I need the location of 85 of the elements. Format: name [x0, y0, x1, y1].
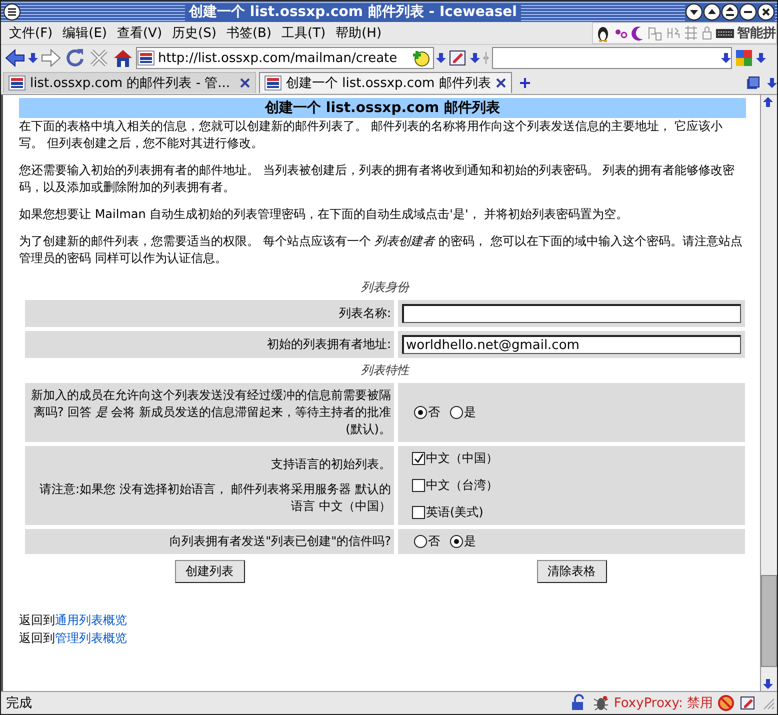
- back-icon[interactable]: [4, 47, 26, 69]
- home-icon[interactable]: [112, 47, 134, 69]
- resize-grip-icon[interactable]: [761, 696, 775, 710]
- scroll-thumb[interactable]: [761, 575, 777, 667]
- field-label: 初始的列表拥有者地址:: [266, 336, 391, 353]
- radio-button[interactable]: [414, 535, 427, 548]
- dropdown-arrow-icon[interactable]: [436, 52, 446, 64]
- edit-page-icon[interactable]: [739, 694, 757, 712]
- checkbox[interactable]: [412, 479, 425, 492]
- paragraph: 如果您想要让 Mailman 自动生成初始的列表管理密码，在下面的自动生成域点击'是'， 并将初始列表密码置为空。: [19, 206, 630, 223]
- blocked-icon[interactable]: [717, 694, 735, 712]
- question-label: 新加入的成员在允许向这个列表发送没有经过缓冲的信息前需要被隔离吗? 回答 是 会将 新成员发送的信息滞留起来，等待主持者的批准(默认)。: [30, 387, 391, 438]
- option-label: 中文（台湾）: [426, 477, 498, 494]
- dropdown-arrow-icon[interactable]: [470, 52, 480, 64]
- field-label: 支持语言的初始列表。: [270, 456, 391, 473]
- menu-item[interactable]: 文件(F): [4, 24, 58, 42]
- shade-up-icon[interactable]: [702, 2, 721, 20]
- form-button[interactable]: 清除表格: [536, 560, 606, 583]
- menu-item[interactable]: 帮助(H): [330, 24, 387, 42]
- reload-icon[interactable]: [64, 47, 86, 69]
- close-icon[interactable]: [756, 2, 775, 20]
- form-button[interactable]: 创建列表: [174, 560, 244, 583]
- minimize-icon[interactable]: [738, 2, 757, 20]
- proxy-status[interactable]: FoxyProxy: 禁用: [614, 694, 713, 712]
- text-field[interactable]: [402, 304, 741, 323]
- checkbox[interactable]: [412, 506, 425, 519]
- field-label: 列表名称:: [338, 305, 391, 322]
- input-method-label: 智能拼: [737, 25, 776, 42]
- radio-button[interactable]: [450, 406, 463, 419]
- menu-item[interactable]: 书签(B): [221, 24, 276, 42]
- close-tab-icon[interactable]: [495, 77, 507, 89]
- moon-icon[interactable]: [631, 24, 645, 42]
- page-heading: 创建一个 list.ossxp.com 邮件列表: [19, 98, 746, 118]
- menu-item[interactable]: 查看(V): [112, 24, 168, 42]
- search-engine-icon[interactable]: [734, 48, 754, 68]
- link-prefix: 返回到: [19, 631, 55, 645]
- forward-icon[interactable]: [40, 47, 62, 69]
- search-field[interactable]: [492, 47, 732, 69]
- link[interactable]: 管理列表概览: [55, 631, 127, 645]
- site-icon: [264, 74, 282, 92]
- window-menu-icon[interactable]: [3, 2, 21, 20]
- scroll-up-icon[interactable]: [761, 95, 775, 109]
- window-title: 创建一个 list.ossxp.com 邮件列表 - Iceweasel: [185, 2, 521, 20]
- dropdown-arrow-icon[interactable]: [756, 52, 766, 64]
- address-field[interactable]: http://list.ossxp.com/mailman/create: [136, 47, 434, 69]
- site-icon: [8, 74, 26, 92]
- link-prefix: 返回到: [19, 613, 55, 627]
- option-label: 是: [464, 533, 476, 550]
- option-label: 英语(美式): [426, 504, 484, 521]
- section-title: 列表特性: [361, 363, 409, 377]
- site-icon: [137, 49, 155, 67]
- close-tab-icon[interactable]: [239, 77, 251, 89]
- link[interactable]: 通用列表概览: [55, 613, 127, 627]
- option-label: 中文（中国）: [426, 450, 498, 467]
- checkbox[interactable]: [412, 452, 425, 465]
- paragraph: 您还需要输入初始的列表拥有者的邮件地址。 当列表被创建后，列表的拥有者将收到通知和初始的列表密码。 列表的拥有者能够修改密码，以及添加或删除附加的列表拥有者。: [19, 162, 736, 196]
- dropdown-arrow-icon[interactable]: [767, 76, 777, 88]
- radio-button[interactable]: [450, 535, 463, 548]
- paragraph: 在下面的表格中填入相关的信息，您就可以创建新的邮件列表了。 邮件列表的名称将用作向这个列表发送信息的主要地址， 它应该小写。 但列表创建之后，您不能对其进行修改。: [19, 118, 724, 152]
- option-label: 是: [464, 404, 476, 421]
- tab[interactable]: 创建一个 list.ossxp.com 邮件列表: [259, 72, 512, 93]
- add-bookmark-icon[interactable]: [411, 48, 431, 68]
- edit-page-icon[interactable]: [448, 48, 468, 68]
- menu-item[interactable]: 历史(S): [167, 24, 222, 42]
- shade-down-icon[interactable]: [684, 2, 703, 20]
- menu-item[interactable]: 工具(T): [276, 24, 331, 42]
- dropdown-arrow-icon[interactable]: [721, 52, 731, 64]
- option-label: 否: [428, 404, 440, 421]
- scrollbar[interactable]: [760, 95, 777, 691]
- status-text: 完成: [6, 695, 32, 712]
- section-title: 列表身份: [361, 280, 409, 294]
- question-label: 向列表拥有者发送"列表已创建"的信件吗?: [168, 533, 391, 550]
- maximize-icon[interactable]: [720, 2, 739, 20]
- scroll-down-icon[interactable]: [761, 677, 775, 691]
- new-tab-icon[interactable]: [519, 76, 531, 88]
- text-field[interactable]: worldhello.net@gmail.com: [402, 335, 741, 354]
- paragraph: 为了创建新的邮件列表，您需要适当的权限。 每个站点应该有一个 列表创建者 的密码， 您可以在下面的域中输入这个密码。请注意站点管理员的密码 同样可以作为认证信息。: [19, 233, 744, 267]
- menu-item[interactable]: 编辑(E): [58, 24, 112, 42]
- option-label: 否: [428, 533, 440, 550]
- note-text: 请注意:如果您 没有选择初始语言， 邮件列表将采用服务器 默认的语言 中文（中国）: [38, 481, 391, 515]
- penguin-icon[interactable]: [595, 24, 611, 42]
- tab[interactable]: list.ossxp.com 的邮件列表 - 管...: [3, 72, 256, 93]
- radio-button[interactable]: [414, 406, 427, 419]
- bug-icon[interactable]: [592, 694, 610, 712]
- dropdown-arrow-icon[interactable]: [28, 52, 38, 64]
